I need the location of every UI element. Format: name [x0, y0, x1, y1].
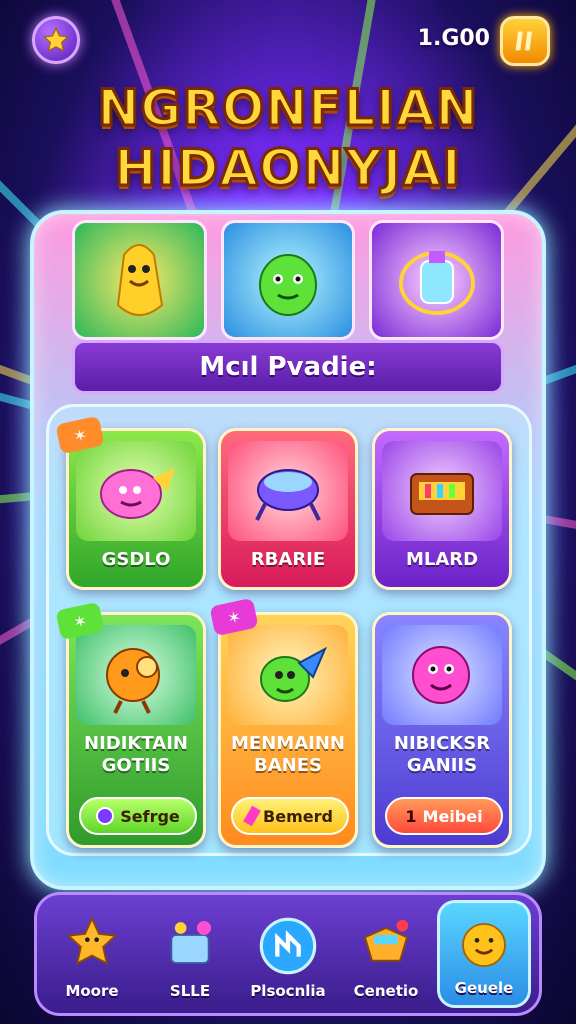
card-title: NIDIKTAIN GOTIIS	[84, 733, 188, 777]
nav-item-cenetio[interactable]: Cenetio	[339, 900, 433, 1008]
top-bar: 1.G00	[0, 0, 576, 80]
featured-banner-1[interactable]	[72, 220, 207, 340]
nav-label: Plsocnlia	[250, 982, 326, 1000]
card-action-prefix: 1	[405, 806, 417, 826]
card-title-line-1: NIDIKTAIN	[84, 733, 188, 754]
card-title: NIBICKSR GANIIS	[394, 733, 490, 777]
game-card-gsdlo[interactable]: GSDLO	[66, 428, 206, 590]
sparkle-icon: ✶	[225, 606, 243, 628]
sparkle-icon: ✶	[71, 424, 89, 446]
yellow-creature-icon	[117, 244, 164, 316]
treasure-icon	[363, 919, 409, 962]
card-action-label: Sefrge	[120, 806, 180, 826]
game-card-mlard[interactable]: MLARD	[372, 428, 512, 590]
card-title-line-1: NIBICKSR	[393, 733, 491, 754]
nav-label: Cenetio	[353, 982, 419, 1000]
nav-item-slle[interactable]: SLLE	[143, 900, 237, 1008]
gem-icon	[96, 807, 115, 825]
pencil-icon	[243, 805, 261, 827]
robot-pod-icon	[255, 469, 321, 521]
coin-shop-button[interactable]	[500, 16, 550, 66]
nav-label: Moore	[65, 982, 119, 1000]
card-title-line-2: GOTIIS	[101, 755, 171, 776]
card-action-button[interactable]: Sefrge	[79, 797, 197, 835]
nav-item-plsocnlia[interactable]: Plsocnlia	[241, 900, 335, 1008]
card-action-label: Bemerd	[263, 806, 333, 826]
game-card-rbarie[interactable]: RBARIE	[218, 428, 358, 590]
treasure-chest-icon	[410, 473, 474, 515]
card-title-line-2: BANES	[254, 755, 322, 776]
card-action-button[interactable]: Bemerd	[231, 797, 349, 835]
featured-banner-3[interactable]	[369, 220, 505, 340]
pink-blob-icon	[412, 646, 470, 704]
rocket-creature-icon	[260, 646, 328, 702]
banner-label: Mcıl Pvadie:	[72, 340, 504, 394]
card-art	[76, 625, 196, 725]
nav-item-moore[interactable]: Moore	[45, 900, 139, 1008]
card-art	[382, 625, 502, 725]
card-art	[228, 441, 348, 541]
coin-icon	[515, 31, 532, 51]
card-action-label: Meibei	[422, 806, 483, 826]
sparkle-icon: ✶	[71, 610, 89, 632]
card-title: MENMAINN BANES	[231, 733, 345, 777]
pink-creature-icon	[100, 468, 175, 519]
featured-banner-row	[72, 220, 505, 340]
card-title-line-1: MENMAINN	[231, 733, 345, 754]
potion-icon	[398, 251, 475, 315]
orange-robot-icon	[106, 648, 160, 714]
game-title: NGRONFLIAN HIDAONYJAI	[0, 78, 576, 199]
star-creature-icon	[66, 916, 118, 965]
smiley-icon	[462, 923, 506, 967]
star-icon	[43, 26, 69, 52]
gift-box-icon	[170, 921, 211, 964]
title-line-2: HIDAONYJAI	[113, 138, 462, 199]
nav-label: SLLE	[169, 982, 211, 1000]
card-title: MLARD	[405, 549, 479, 570]
card-title: GSDLO	[101, 549, 171, 570]
card-art	[382, 441, 502, 541]
card-action-button[interactable]: 1 Meibei	[385, 797, 503, 835]
bottom-nav: Moore SLLE Plsocnlia Cenetio Geuele	[34, 892, 542, 1016]
game-card-nidiktain[interactable]: NIDIKTAIN GOTIIS Sefrge	[66, 612, 206, 848]
title-line-1: NGRONFLIAN	[96, 78, 479, 139]
game-card-nibicksr[interactable]: NIBICKSR GANIIS 1 Meibei	[372, 612, 512, 848]
nav-label: Geuele	[454, 979, 514, 997]
coin-count: 1.G00	[417, 26, 490, 51]
blue-orb-icon	[259, 917, 317, 975]
favorites-button[interactable]	[32, 16, 80, 64]
featured-banner-2[interactable]	[220, 220, 356, 340]
card-art	[76, 441, 196, 541]
green-creature-icon	[259, 254, 317, 316]
card-title: RBARIE	[250, 549, 326, 570]
game-card-menmainn[interactable]: MENMAINN BANES Bemerd	[218, 612, 358, 848]
nav-item-geuele[interactable]: Geuele	[437, 900, 531, 1008]
card-art	[228, 625, 348, 725]
card-title-line-2: GANIIS	[406, 755, 478, 776]
